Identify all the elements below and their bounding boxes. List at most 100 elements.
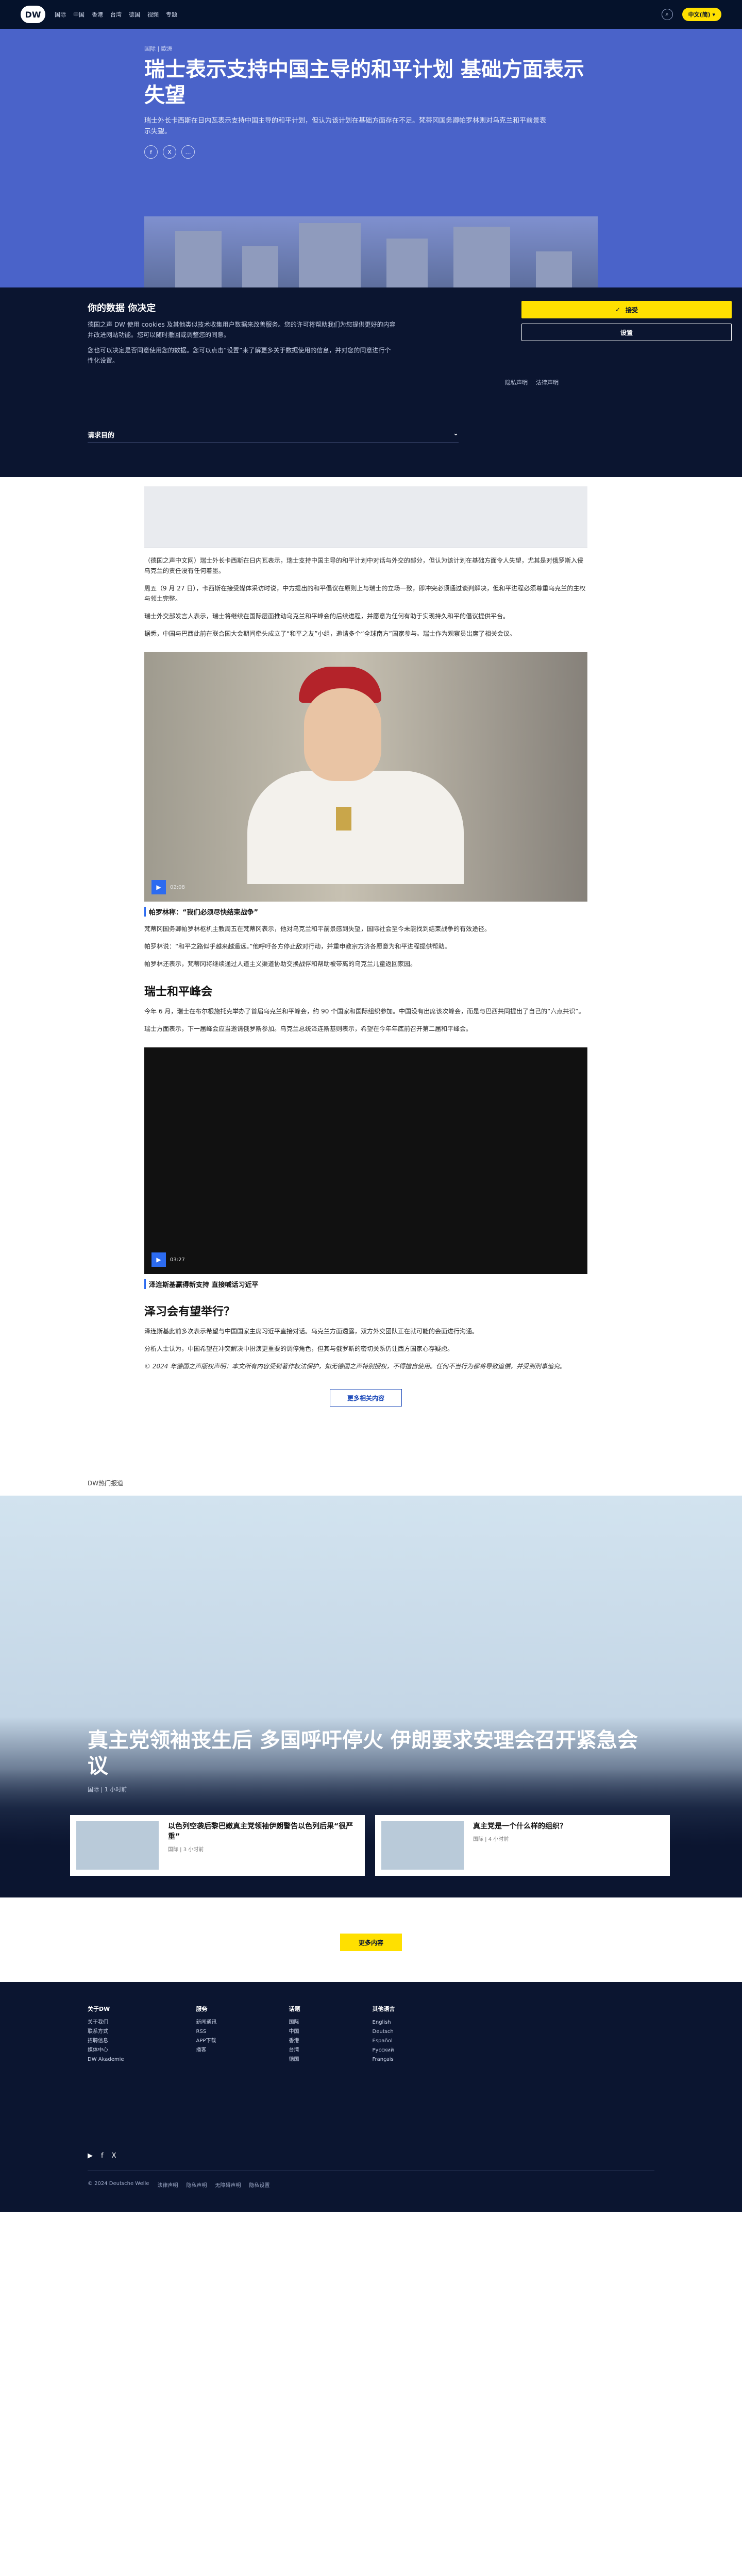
section-heading: 泽习会有望举行？ xyxy=(144,1306,235,1318)
hero-section: DW 国际 中国 香港 台湾 德国 视频 专题 ⌕ 中文(简) ▾ 国际 | 欧… xyxy=(0,0,742,287)
video-duration: 03:27 xyxy=(170,1257,185,1263)
article-paragraph: （德国之声中文网）瑞士外长卡西斯在日内瓦表示，瑞士支持中国主导的和平计划中对话与… xyxy=(144,557,584,574)
copyright-note: © 2024 年德国之声版权声明：本文所有内容受到著作权法保护，如无德国之声特别… xyxy=(144,1363,566,1370)
card-thumbnail xyxy=(76,1821,159,1870)
search-icon[interactable]: ⌕ xyxy=(661,9,673,20)
accessibility-link[interactable]: 无障碍声明 xyxy=(215,2181,241,2189)
more-section-label: DW热门报道 xyxy=(88,1480,124,1487)
nav-item[interactable]: 德国 xyxy=(129,10,140,19)
privacy-settings-link[interactable]: 隐私设置 xyxy=(249,2181,269,2189)
story-card[interactable]: 真主党是一个什么样的组织？ 国际 | 4 小时前 xyxy=(375,1815,670,1876)
video-player[interactable]: ▶ 02:08 xyxy=(144,652,587,902)
nav-item[interactable]: 专题 xyxy=(166,10,177,19)
feature-title[interactable]: 真主党领袖丧生后 多国呼吁停火 伊朗要求安理会召开紧急会议 xyxy=(88,1727,654,1779)
card-meta: 国际 | 4 小时前 xyxy=(473,1837,509,1842)
footer-link[interactable]: 媒体中心 xyxy=(88,2046,124,2055)
card-title: 真主党是一个什么样的组织？ xyxy=(473,1822,567,1831)
facebook-icon[interactable]: f xyxy=(101,2152,104,2160)
footer-column: 话题 国际 中国 香港 台湾 德国 xyxy=(289,2005,300,2064)
story-card[interactable]: 以色列空袭后黎巴嫩真主党领袖伊朗警告以色列后果“很严重” 国际 | 3 小时前 xyxy=(70,1815,365,1876)
play-icon[interactable]: ▶ xyxy=(151,1252,166,1267)
card-title: 以色列空袭后黎巴嫩真主党领袖伊朗警告以色列后果“很严重” xyxy=(168,1822,353,1841)
nav-item[interactable]: 台湾 xyxy=(110,10,122,19)
footer-link[interactable]: RSS xyxy=(196,2027,217,2037)
footer-heading: 话题 xyxy=(289,2006,300,2012)
feature-meta: 国际 | 1 小时前 xyxy=(88,1786,127,1793)
footer-column: 其他语言 English Deutsch Español Русский Fra… xyxy=(373,2005,395,2064)
nav-item[interactable]: 视频 xyxy=(147,10,159,19)
article-paragraph: 梵蒂冈国务卿帕罗林枢机主教周五在梵蒂冈表示，他对乌克兰和平前景感到失望，国际社会… xyxy=(144,925,491,933)
article-paragraph: 瑞士方面表示，下一届峰会应当邀请俄罗斯参加。乌克兰总统泽连斯基则表示，希望在今年… xyxy=(144,1025,473,1032)
legal-link[interactable]: 法律声明 xyxy=(157,2181,178,2189)
footer-heading: 服务 xyxy=(196,2006,208,2012)
copyright-text: © 2024 Deutsche Welle xyxy=(88,2181,149,2187)
footer-columns: 关于DW 关于我们 联系方式 招聘信息 媒体中心 DW Akademie 服务 … xyxy=(88,2005,742,2064)
related-content-button[interactable]: 更多相关内容 xyxy=(330,1389,402,1406)
cookie-buttons: ✓ 接受 设置 xyxy=(521,301,732,341)
cookie-consent-banner: 你的数据 你决定 德国之声 DW 使用 cookies 及其他类似技术收集用户数… xyxy=(0,287,742,477)
main-nav: 国际 中国 香港 台湾 德国 视频 专题 xyxy=(55,10,177,19)
section-heading: 瑞士和平峰会 xyxy=(144,986,213,998)
ad-slot xyxy=(144,486,587,548)
article-body: （德国之声中文网）瑞士外长卡西斯在日内瓦表示，瑞士支持中国主导的和平计划中对话与… xyxy=(0,486,742,1951)
legal-links: © 2024 Deutsche Welle 法律声明 隐私声明 无障碍声明 隐私… xyxy=(88,2181,269,2189)
footer-link[interactable]: Français xyxy=(373,2055,395,2064)
featured-story[interactable]: 真主党领袖丧生后 多国呼吁停火 伊朗要求安理会召开紧急会议 国际 | 1 小时前… xyxy=(0,1496,742,1897)
article-paragraph: 帕罗林还表示，梵蒂冈将继续通过人道主义渠道协助交换战俘和帮助被带离的乌克兰儿童返… xyxy=(144,960,417,968)
purpose-accordion[interactable]: 请求目的 ⌄ xyxy=(88,430,459,439)
share-bar: f X … xyxy=(144,145,587,159)
dw-logo[interactable]: DW xyxy=(21,6,45,23)
cookie-settings-button[interactable]: 设置 xyxy=(521,324,732,341)
footer-link[interactable]: 新闻通讯 xyxy=(196,2018,217,2027)
nav-item[interactable]: 中国 xyxy=(73,10,85,19)
article-paragraph: 今年 6 月，瑞士在布尔根施托克举办了首届乌克兰和平峰会，约 90 个国家和国际… xyxy=(144,1008,585,1015)
article-paragraph: 据悉，中国与巴西此前在联合国大会期间牵头成立了“和平之友”小组，邀请多个“全球南… xyxy=(144,630,516,637)
card-thumbnail xyxy=(381,1821,464,1870)
footer-link[interactable]: 联系方式 xyxy=(88,2027,124,2037)
footer-link[interactable]: 关于我们 xyxy=(88,2018,124,2027)
article-kicker: 国际 | 欧洲 xyxy=(144,45,173,52)
footer-link[interactable]: 香港 xyxy=(289,2037,300,2046)
article-paragraph: 泽连斯基此前多次表示希望与中国国家主席习近平直接对话。乌克兰方面透露，双方外交团… xyxy=(144,1328,479,1335)
article-paragraph: 周五（9 月 27 日），卡西斯在接受媒体采访时说，中方提出的和平倡议在原则上与… xyxy=(144,585,586,602)
accept-cookies-button[interactable]: ✓ 接受 xyxy=(521,301,732,318)
social-links: ▶ f X xyxy=(88,2152,116,2160)
video-caption: 泽连斯基赢得新支持 直接喊话习近平 xyxy=(144,1279,587,1289)
article-paragraph: 瑞士外交部发言人表示，瑞士将继续在国际层面推动乌克兰和平峰会的后续进程，并愿意为… xyxy=(144,613,510,620)
footer-column: 关于DW 关于我们 联系方式 招聘信息 媒体中心 DW Akademie xyxy=(88,2005,124,2064)
footer-heading: 关于DW xyxy=(88,2006,110,2012)
footer-link[interactable]: Español xyxy=(373,2037,395,2046)
video-duration: 02:08 xyxy=(170,885,185,890)
footer-link[interactable]: Deutsch xyxy=(373,2027,395,2037)
nav-item[interactable]: 国际 xyxy=(55,10,66,19)
footer-link[interactable]: 播客 xyxy=(196,2046,217,2055)
footer-link[interactable]: DW Akademie xyxy=(88,2055,124,2064)
footer-link[interactable]: 国际 xyxy=(289,2018,300,2027)
footer-link[interactable]: Русский xyxy=(373,2046,395,2055)
video-player[interactable]: ▶ 03:27 xyxy=(144,1047,587,1274)
footer-link[interactable]: 德国 xyxy=(289,2055,300,2064)
footer-link[interactable]: 招聘信息 xyxy=(88,2037,124,2046)
youtube-icon[interactable]: ▶ xyxy=(88,2152,93,2160)
x-icon[interactable]: X xyxy=(112,2152,116,2160)
article-title: 瑞士表示支持中国主导的和平计划 基础方面表示失望 xyxy=(144,58,584,107)
article-lead: 瑞士外长卡西斯在日内瓦表示支持中国主导的和平计划，但认为该计划在基础方面存在不足… xyxy=(144,117,547,135)
language-selector[interactable]: 中文(简) ▾ xyxy=(682,8,721,21)
nav-item[interactable]: 香港 xyxy=(92,10,103,19)
play-icon[interactable]: ▶ xyxy=(151,880,166,894)
x-icon[interactable]: X xyxy=(163,145,176,159)
chevron-down-icon: ⌄ xyxy=(453,430,459,437)
footer-link[interactable]: 台湾 xyxy=(289,2046,300,2055)
footer-link[interactable]: APP下载 xyxy=(196,2037,217,2046)
facebook-icon[interactable]: f xyxy=(144,145,158,159)
footer-column: 服务 新闻通讯 RSS APP下载 播客 xyxy=(196,2005,217,2064)
privacy-link[interactable]: 隐私声明 xyxy=(186,2181,207,2189)
footer-link[interactable]: 中国 xyxy=(289,2027,300,2037)
legal-link[interactable]: 法律声明 xyxy=(536,378,559,386)
video-poster xyxy=(144,652,587,902)
footer-link[interactable]: English xyxy=(373,2018,395,2027)
more-share-icon[interactable]: … xyxy=(181,145,195,159)
hero-content: 国际 | 欧洲 瑞士表示支持中国主导的和平计划 基础方面表示失望 瑞士外长卡西斯… xyxy=(144,44,587,159)
load-more-button[interactable]: 更多内容 xyxy=(340,1934,402,1951)
privacy-link[interactable]: 隐私声明 xyxy=(505,378,528,386)
